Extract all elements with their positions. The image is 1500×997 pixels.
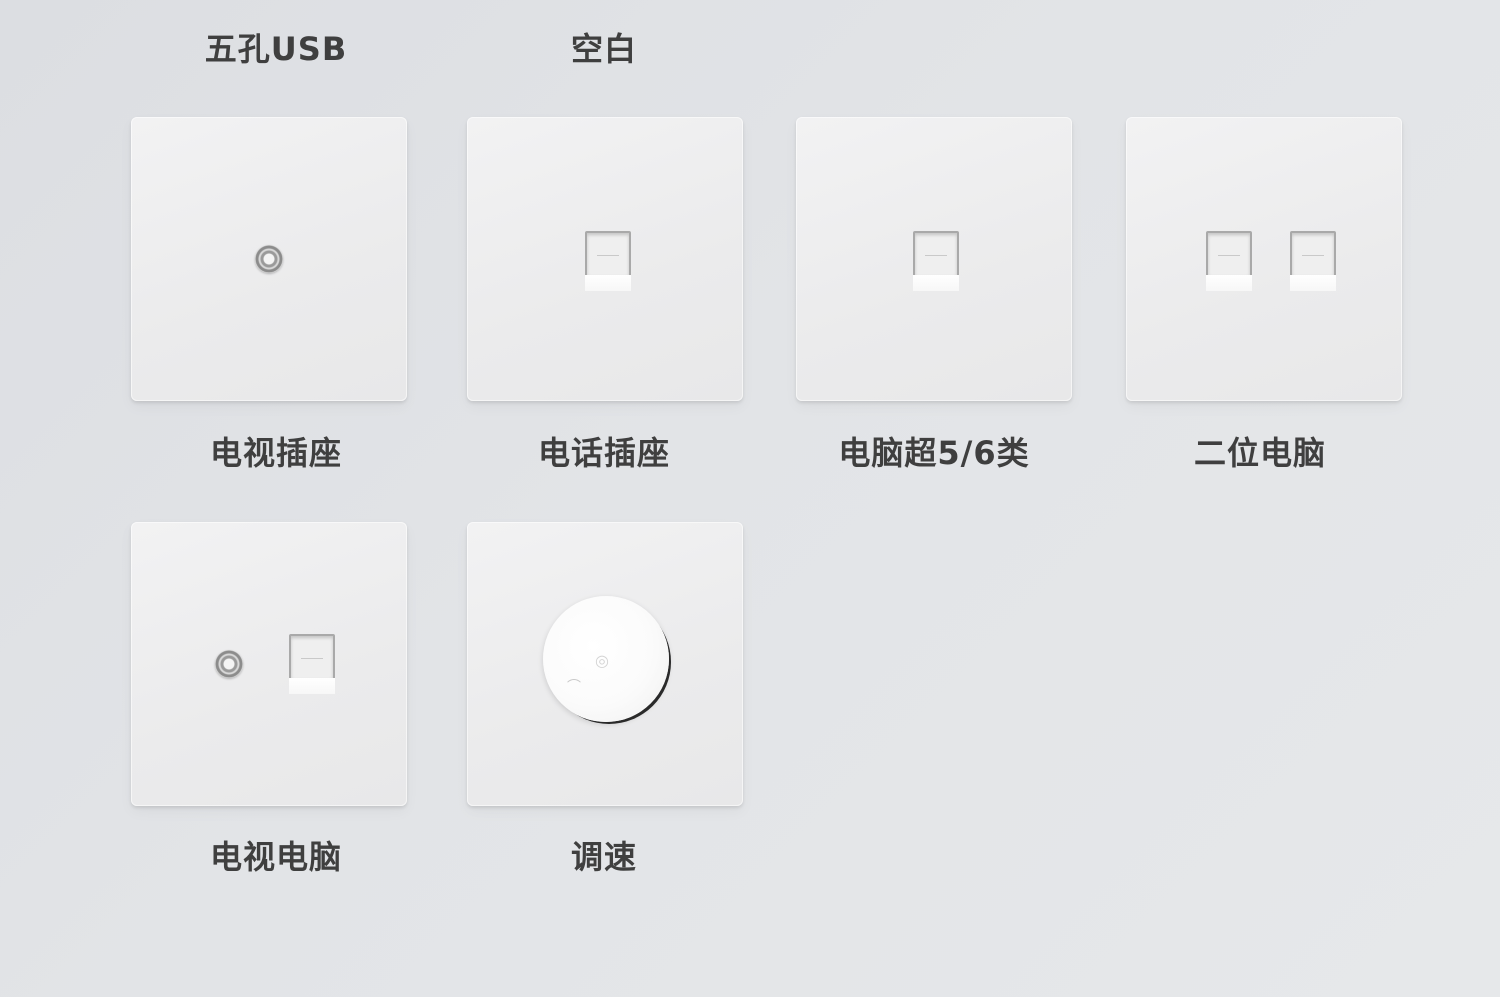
rj-port-icon <box>1290 231 1336 291</box>
rj-port-icon <box>585 231 631 291</box>
rj-port-icon <box>1206 231 1252 291</box>
label-speed-dimmer: 调速 <box>570 838 637 876</box>
panel-phone-socket[interactable] <box>467 117 743 401</box>
rj-port-icon <box>913 231 959 291</box>
panel-tv-socket[interactable] <box>131 117 407 401</box>
label-blank: 空白 <box>570 30 637 68</box>
panel-speed-dimmer[interactable]: ◎ ⌒ <box>467 522 743 806</box>
coax-port-icon <box>215 650 243 678</box>
label-double-computer: 二位电脑 <box>1193 434 1326 472</box>
panel-computer-cat5-6[interactable] <box>796 117 1072 401</box>
panel-double-computer[interactable] <box>1126 117 1402 401</box>
rj-port-icon <box>289 634 335 694</box>
panel-tv-computer[interactable] <box>131 522 407 806</box>
dimmer-knob-icon[interactable]: ◎ ⌒ <box>543 596 669 722</box>
coax-port-icon <box>255 245 283 273</box>
